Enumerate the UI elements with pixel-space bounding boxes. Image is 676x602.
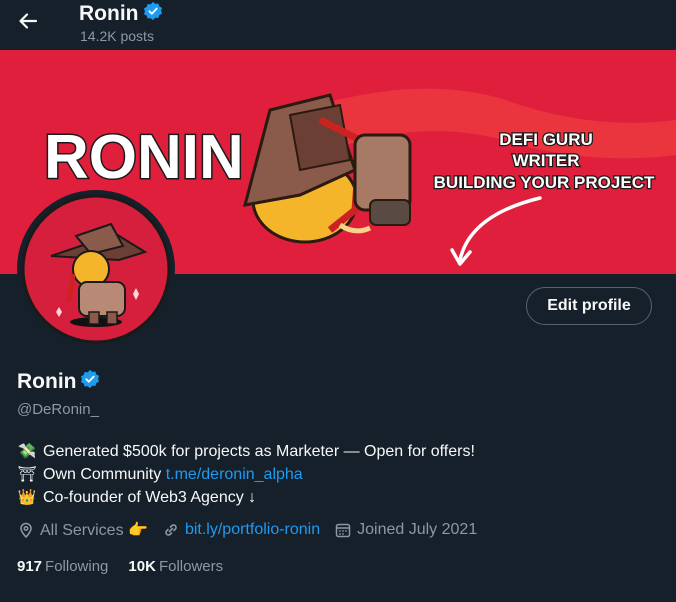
crown-emoji-icon: 👑 (17, 489, 37, 506)
svg-text:BUILDING YOUR PROJECT: BUILDING YOUR PROJECT (434, 173, 655, 192)
bio-line: ⛩ Own Community t.me/deronin_alpha (17, 463, 475, 486)
banner-title: RONIN (43, 122, 246, 194)
svg-text:RONIN: RONIN (44, 123, 244, 192)
bio-line: 👑 Co-founder of Web3 Agency ↓ (17, 486, 475, 509)
torii-emoji-icon: ⛩ (17, 466, 37, 483)
profile-meta: All Services 👉 bit.ly/portfolio-ronin Jo… (17, 520, 491, 540)
follow-stats: 917 Following 10K Followers (17, 558, 243, 575)
website-item[interactable]: bit.ly/portfolio-ronin (162, 521, 320, 539)
edit-profile-button[interactable]: Edit profile (526, 287, 652, 325)
category-item: All Services 👉 (17, 520, 148, 540)
svg-text:WRITER: WRITER (512, 151, 579, 170)
website-link[interactable]: bit.ly/portfolio-ronin (185, 521, 320, 539)
money-emoji-icon: 💸 (17, 443, 37, 460)
profile-bio: 💸 Generated $500k for projects as Market… (17, 440, 475, 509)
following-stat[interactable]: 917 Following (17, 558, 108, 575)
joined-item: Joined July 2021 (334, 521, 477, 539)
verified-badge-icon (143, 1, 163, 27)
calendar-icon (335, 523, 351, 538)
link-icon (165, 524, 177, 536)
profile-handle: @DeRonin_ (17, 401, 99, 418)
header-name: Ronin (79, 1, 163, 27)
followers-stat[interactable]: 10K Followers (128, 558, 223, 575)
top-header: Ronin 14.2K posts (0, 0, 676, 50)
back-arrow-icon[interactable] (14, 7, 42, 35)
community-link[interactable]: t.me/deronin_alpha (166, 463, 303, 486)
avatar[interactable] (17, 190, 175, 348)
bio-line: 💸 Generated $500k for projects as Market… (17, 440, 475, 463)
profile-name: Ronin (17, 369, 100, 395)
svg-text:DEFI GURU: DEFI GURU (499, 130, 593, 149)
verified-badge-icon (80, 369, 100, 395)
post-count: 14.2K posts (80, 28, 154, 44)
location-pin-icon (20, 522, 32, 539)
